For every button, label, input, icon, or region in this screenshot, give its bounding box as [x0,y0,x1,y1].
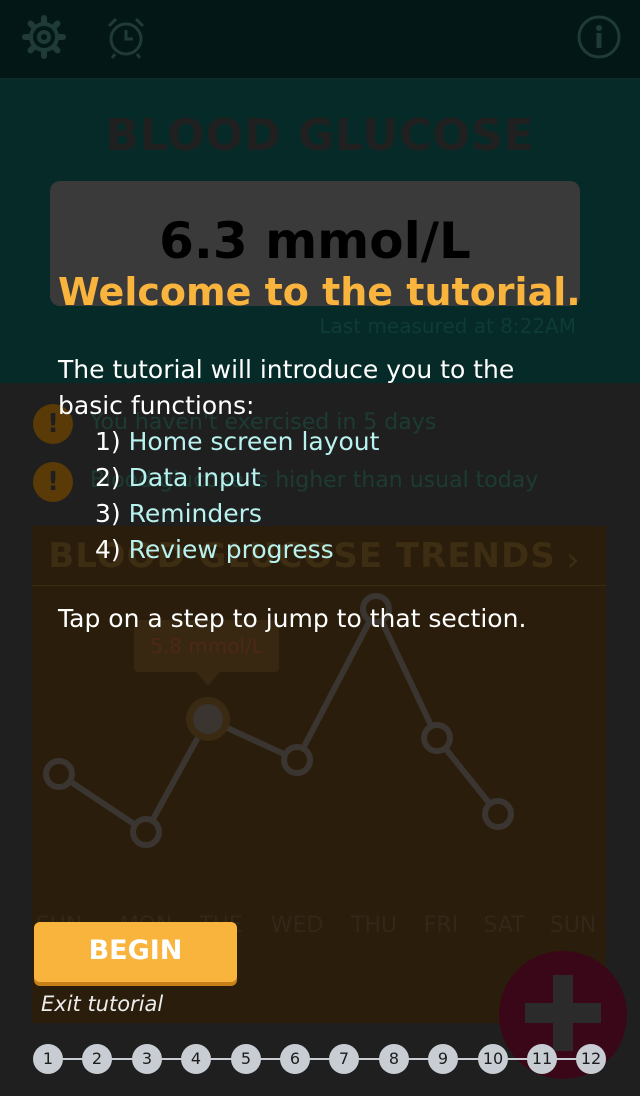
pager-dot[interactable]: 4 [181,1044,211,1074]
tutorial-step-data-input[interactable]: 2) Data input [95,460,379,496]
pager-track [48,1058,592,1060]
pager-dot[interactable]: 6 [280,1044,310,1074]
pager-dot[interactable]: 10 [478,1044,508,1074]
tutorial-step-reminders[interactable]: 3) Reminders [95,496,379,532]
pager-dot[interactable]: 5 [231,1044,261,1074]
exit-tutorial-link[interactable]: Exit tutorial [41,992,163,1016]
tutorial-step-list: 1) Home screen layout 2) Data input 3) R… [95,424,379,568]
pager-dot[interactable]: 11 [527,1044,557,1074]
step-link[interactable]: Home screen layout [129,427,380,456]
day-label: THU [350,913,398,938]
step-link[interactable]: Data input [129,463,261,492]
trend-point [482,798,514,830]
pager-dot[interactable]: 12 [576,1044,606,1074]
tutorial-step-home-screen[interactable]: 1) Home screen layout [95,424,379,460]
tutorial-intro: The tutorial will introduce you to the b… [58,355,515,420]
day-label: SAT [483,913,525,938]
tutorial-title: Welcome to the tutorial. [58,270,581,314]
step-link[interactable]: Reminders [129,499,262,528]
pager-dot[interactable]: 7 [329,1044,359,1074]
step-number: 2) [95,463,121,492]
plus-icon-vertical [553,975,573,1051]
begin-button[interactable]: BEGIN [34,922,237,982]
step-link[interactable]: Review progress [129,535,334,564]
step-number: 1) [95,427,121,456]
step-number: 3) [95,499,121,528]
day-label: FRI [423,913,459,938]
trend-point [421,722,453,754]
tutorial-hint: Tap on a step to jump to that section. [58,604,527,633]
pager-dot[interactable]: 9 [428,1044,458,1074]
pager-dot[interactable]: 2 [82,1044,112,1074]
pager-dot[interactable]: 8 [379,1044,409,1074]
pager-dot[interactable]: 3 [132,1044,162,1074]
day-label: SUN [549,913,597,938]
tooltip-arrow [196,672,220,686]
day-label: WED [270,913,324,938]
tutorial-step-review-progress[interactable]: 4) Review progress [95,532,379,568]
trend-point [281,744,313,776]
step-number: 4) [95,535,121,564]
pager-dot[interactable]: 1 [33,1044,63,1074]
trend-point-selected-core [193,704,223,734]
trend-point [130,816,162,848]
trend-point [43,758,75,790]
